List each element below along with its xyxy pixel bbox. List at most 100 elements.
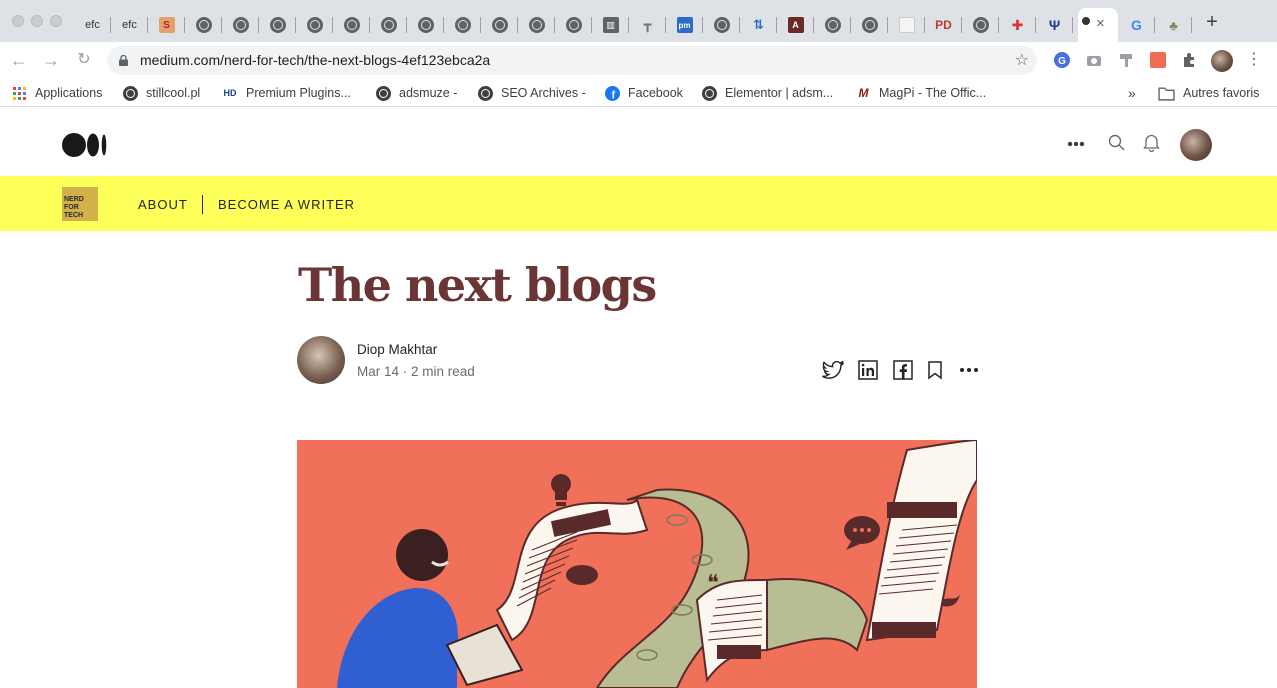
- bookmark-item[interactable]: adsmuze -: [376, 84, 457, 102]
- browser-tab[interactable]: S: [148, 8, 185, 42]
- globe-icon: [376, 85, 391, 101]
- globe-icon: [232, 17, 249, 33]
- browser-tab[interactable]: G: [1118, 8, 1155, 42]
- bookmark-item[interactable]: HD Premium Plugins...: [222, 84, 351, 102]
- browser-tab[interactable]: ┳: [629, 8, 666, 42]
- bookmark-label: Facebook: [628, 86, 683, 100]
- bookmark-applications[interactable]: Applications: [12, 84, 102, 102]
- speech-bubble-icon: [844, 516, 880, 550]
- blue-logo-icon: pm: [676, 17, 693, 33]
- browser-tab[interactable]: pm: [666, 8, 703, 42]
- grammarly-extension-icon[interactable]: G: [1054, 52, 1070, 68]
- bookmark-star-icon[interactable]: ☆: [1015, 50, 1029, 70]
- bookmark-item[interactable]: M MagPi - The Offic...: [856, 84, 987, 102]
- browser-tab[interactable]: PD: [925, 8, 962, 42]
- browser-tab[interactable]: [185, 8, 222, 42]
- browser-tab[interactable]: [481, 8, 518, 42]
- browser-tab[interactable]: [814, 8, 851, 42]
- browser-tab[interactable]: [259, 8, 296, 42]
- svg-text:f: f: [611, 89, 615, 101]
- browser-tab-active[interactable]: ×: [1078, 8, 1118, 42]
- other-bookmarks-folder[interactable]: Autres favoris: [1158, 84, 1259, 102]
- article-more-icon[interactable]: [958, 360, 980, 380]
- browser-tab[interactable]: [333, 8, 370, 42]
- new-tab-button[interactable]: +: [1202, 12, 1222, 32]
- globe-icon: [972, 17, 989, 33]
- bookmark-item[interactable]: SEO Archives -: [478, 84, 586, 102]
- browser-tab[interactable]: [407, 8, 444, 42]
- bookmark-item[interactable]: Elementor | adsm...: [702, 84, 833, 102]
- browser-tab[interactable]: efc: [111, 8, 148, 42]
- facebook-share-icon[interactable]: [892, 360, 914, 380]
- become-writer-link[interactable]: BECOME A WRITER: [218, 197, 355, 212]
- browser-tab[interactable]: Ψ: [1036, 8, 1073, 42]
- browser-tab[interactable]: [296, 8, 333, 42]
- browser-tab[interactable]: [888, 8, 925, 42]
- browser-tab[interactable]: [962, 8, 999, 42]
- browser-tab[interactable]: A: [777, 8, 814, 42]
- svg-text:G: G: [1058, 56, 1066, 67]
- about-link[interactable]: ABOUT: [138, 197, 188, 212]
- bookmark-save-icon[interactable]: [925, 360, 945, 380]
- browser-tab[interactable]: [222, 8, 259, 42]
- more-options-icon[interactable]: [1067, 141, 1085, 147]
- medium-logo-icon[interactable]: [62, 133, 108, 157]
- browser-tab[interactable]: efc: [74, 8, 111, 42]
- paint-extension-icon[interactable]: [1118, 52, 1134, 68]
- forward-arrow-icon[interactable]: →: [42, 51, 60, 69]
- linkedin-share-icon[interactable]: [857, 360, 879, 380]
- globe-icon: [454, 17, 471, 33]
- globe-icon: [306, 17, 323, 33]
- browser-tab[interactable]: [370, 8, 407, 42]
- window-close-button[interactable]: [12, 15, 24, 27]
- camera-extension-icon[interactable]: [1086, 52, 1102, 68]
- address-bar[interactable]: medium.com/nerd-for-tech/the-next-blogs-…: [107, 46, 1037, 75]
- bell-icon[interactable]: [1143, 133, 1160, 152]
- bookmark-item[interactable]: stillcool.pl: [123, 84, 200, 102]
- close-icon[interactable]: ×: [1096, 15, 1105, 32]
- red-square-extension-icon[interactable]: [1150, 52, 1166, 68]
- profile-avatar[interactable]: [1211, 50, 1233, 72]
- reload-icon[interactable]: ↻: [75, 51, 93, 69]
- article-title: The next blogs: [298, 258, 657, 312]
- globe-icon: [123, 85, 138, 101]
- author-avatar[interactable]: [297, 336, 345, 384]
- article-meta: Mar 14 · 2 min read: [357, 364, 475, 379]
- browser-tabstrip: efc efc S ▥ ┳ pm ⇅ A PD ✚ Ψ × G ♣ +: [0, 0, 1277, 42]
- pin-icon: ┳: [643, 17, 652, 32]
- bookmarks-overflow-button[interactable]: »: [1128, 84, 1136, 102]
- window-zoom-button[interactable]: [50, 15, 62, 27]
- puzzle-extensions-icon[interactable]: [1181, 52, 1197, 68]
- globe-icon: [195, 17, 212, 33]
- globe-icon: [565, 17, 582, 33]
- user-avatar[interactable]: [1180, 129, 1212, 161]
- quote-marks-icon: ❝: [707, 571, 719, 596]
- search-icon[interactable]: [1108, 134, 1125, 151]
- browser-tab[interactable]: [444, 8, 481, 42]
- author-name[interactable]: Diop Makhtar: [357, 342, 437, 357]
- browser-tab[interactable]: [555, 8, 592, 42]
- efc-favicon: efc: [85, 19, 100, 31]
- twitter-share-icon[interactable]: [822, 360, 844, 380]
- bookmark-label: stillcool.pl: [146, 86, 201, 100]
- back-arrow-icon[interactable]: ←: [10, 51, 28, 69]
- medium-header: [0, 112, 1277, 176]
- dark-red-logo-icon: A: [787, 17, 804, 33]
- publication-logo[interactable]: NERD FOR TECH: [62, 187, 98, 221]
- browser-tab[interactable]: [851, 8, 888, 42]
- browser-tab[interactable]: ⇅: [740, 8, 777, 42]
- browser-tab[interactable]: ▥: [592, 8, 629, 42]
- globe-icon: [861, 17, 878, 33]
- browser-tab[interactable]: ✚: [999, 8, 1036, 42]
- window-minimize-button[interactable]: [31, 15, 43, 27]
- efc-favicon: efc: [122, 19, 137, 31]
- browser-menu-icon[interactable]: ⋮: [1245, 51, 1263, 69]
- bookmarks-bar: Applications stillcool.pl HD Premium Plu…: [0, 79, 1277, 107]
- globe-icon: [528, 17, 545, 33]
- browser-tab[interactable]: [518, 8, 555, 42]
- bookmark-item[interactable]: f Facebook: [605, 84, 683, 102]
- url-text: medium.com/nerd-for-tech/the-next-blogs-…: [140, 52, 491, 68]
- google-logo-icon: G: [1131, 17, 1142, 33]
- browser-tab[interactable]: ♣: [1155, 8, 1192, 42]
- browser-tab[interactable]: [703, 8, 740, 42]
